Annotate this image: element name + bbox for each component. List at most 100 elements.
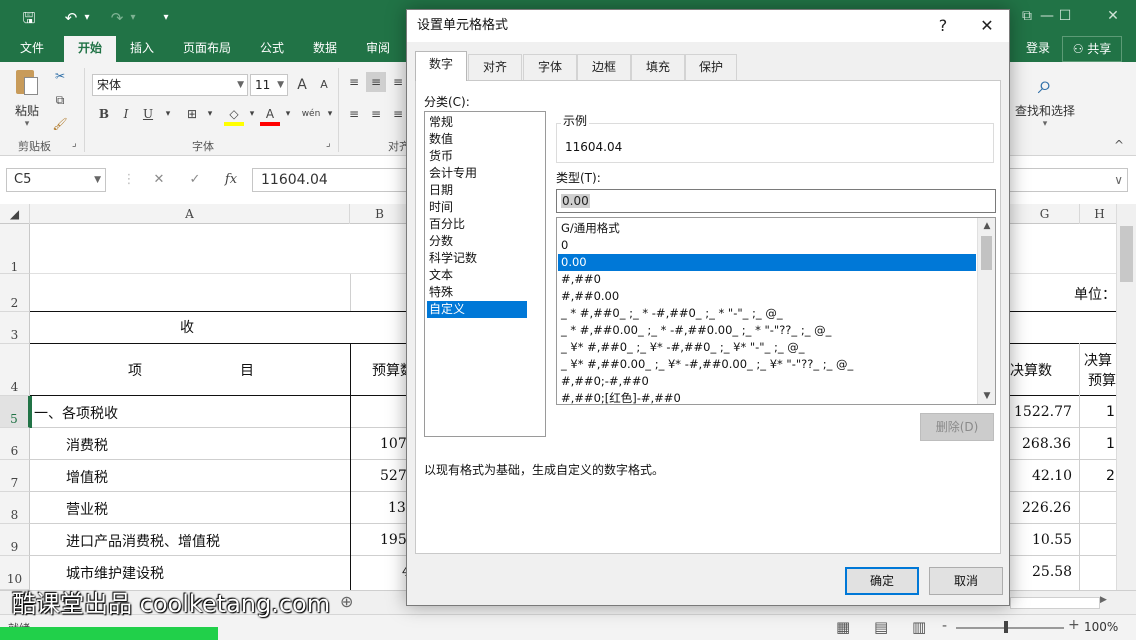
insert-function-icon[interactable]: fx	[220, 170, 242, 190]
cell-g9[interactable]: 10.55	[1032, 532, 1072, 548]
cell-a8[interactable]: 营业税	[66, 499, 108, 519]
tab-insert[interactable]: 插入	[118, 36, 166, 62]
format-item[interactable]: _ * #,##0_ ;_ * -#,##0_ ;_ * "-"_ ;_ @_	[558, 305, 976, 322]
vertical-scrollbar[interactable]	[1116, 204, 1136, 590]
underline-button[interactable]: U	[138, 104, 158, 124]
shrink-font-icon[interactable]: A	[314, 75, 334, 95]
name-box[interactable]: C5 ▼	[6, 168, 106, 192]
cell-h4-line2[interactable]: 预算	[1088, 370, 1116, 390]
cell-g6[interactable]: 268.36	[1022, 436, 1071, 452]
tab-formulas[interactable]: 公式	[250, 36, 294, 62]
cell-a7[interactable]: 增值税	[66, 467, 108, 487]
cell-g5[interactable]: 1522.77	[1014, 404, 1072, 420]
zoom-in-button[interactable]: +	[1068, 617, 1080, 633]
font-size-combo[interactable]: 11 ▼	[250, 74, 288, 96]
row-header-3[interactable]: 3	[0, 312, 30, 344]
cell-a3[interactable]: 收	[180, 317, 194, 337]
tab-page-layout[interactable]: 页面布局	[172, 36, 242, 62]
clipboard-launcher-icon[interactable]: ⌟	[72, 138, 77, 149]
select-all-corner[interactable]: ◢	[0, 204, 30, 224]
align-left-icon[interactable]: ≡	[344, 104, 364, 124]
category-item[interactable]: 百分比	[427, 216, 527, 233]
fill-color-icon[interactable]: ◇	[224, 104, 244, 126]
align-middle-icon[interactable]: ≡	[366, 72, 386, 92]
format-item[interactable]: #,##0;[红色]-#,##0	[558, 390, 976, 404]
category-list[interactable]: 常规 数值 货币 会计专用 日期 时间 百分比 分数 科学记数 文本 特殊 自定…	[424, 111, 546, 437]
tab-review[interactable]: 审阅	[356, 36, 400, 62]
page-break-view-icon[interactable]: ▥	[912, 618, 926, 636]
category-item[interactable]: 特殊	[427, 284, 527, 301]
tab-protection[interactable]: 保护	[685, 54, 737, 80]
align-center-icon[interactable]: ≡	[366, 104, 386, 124]
row-header-4[interactable]: 4	[0, 344, 30, 396]
scroll-right-icon[interactable]: ▶	[1100, 595, 1107, 605]
cancel-entry-icon[interactable]: ✕	[148, 170, 170, 190]
category-item[interactable]: 数值	[427, 131, 527, 148]
cancel-button[interactable]: 取消	[929, 567, 1003, 595]
zoom-slider-thumb[interactable]	[1004, 621, 1008, 633]
zoom-slider-track[interactable]	[956, 627, 1064, 629]
category-item[interactable]: 货币	[427, 148, 527, 165]
format-item[interactable]: #,##0;-#,##0	[558, 373, 976, 390]
cell-g4[interactable]: 决算数	[1010, 360, 1052, 380]
format-item[interactable]: G/通用格式	[558, 220, 976, 237]
enter-icon[interactable]: ✓	[184, 170, 206, 190]
format-item[interactable]: #,##0	[558, 271, 976, 288]
column-header-b[interactable]: B	[350, 204, 410, 224]
scrollbar-thumb[interactable]	[1120, 226, 1133, 282]
zoom-out-button[interactable]: -	[942, 618, 947, 634]
sign-in-link[interactable]: 登录	[1018, 36, 1058, 62]
copy-icon[interactable]: ⧉	[50, 90, 70, 110]
expand-formula-icon[interactable]: ∨	[1114, 169, 1123, 191]
cell-b4[interactable]: 预算数	[372, 360, 408, 380]
borders-icon[interactable]: ⊞	[182, 104, 202, 124]
cell-a6[interactable]: 消费税	[66, 435, 108, 455]
tab-alignment[interactable]: 对齐	[468, 54, 522, 80]
row-header-9[interactable]: 9	[0, 524, 30, 556]
column-header-g[interactable]: G	[1010, 204, 1080, 224]
tab-border[interactable]: 边框	[577, 54, 631, 80]
category-item[interactable]: 日期	[427, 182, 527, 199]
row-header-6[interactable]: 6	[0, 428, 30, 460]
cell-g10[interactable]: 25.58	[1032, 564, 1072, 580]
row-header-1[interactable]: 1	[0, 224, 30, 274]
format-item[interactable]: _ ¥* #,##0.00_ ;_ ¥* -#,##0.00_ ;_ ¥* "-…	[558, 356, 976, 373]
ok-button[interactable]: 确定	[845, 567, 919, 595]
cell-a10[interactable]: 城市维护建设税	[66, 563, 164, 583]
scrollbar-thumb[interactable]	[981, 236, 992, 270]
font-color-icon[interactable]: A	[260, 104, 280, 126]
page-layout-view-icon[interactable]: ▤	[874, 618, 888, 636]
column-header-a[interactable]: A	[30, 204, 350, 224]
tab-number[interactable]: 数字	[415, 51, 467, 81]
redo-dropdown-icon[interactable]: ▾	[126, 6, 140, 30]
italic-button[interactable]: I	[116, 104, 136, 124]
fill-color-dropdown-icon[interactable]: ▾	[242, 104, 262, 124]
align-bottom-icon[interactable]: ≡	[388, 72, 408, 92]
cell-g2[interactable]: 单位：	[1074, 284, 1116, 304]
cut-icon[interactable]: ✂	[50, 66, 70, 86]
borders-dropdown-icon[interactable]: ▾	[200, 104, 220, 124]
cell-h7[interactable]: 2	[1106, 468, 1115, 484]
cell-g8[interactable]: 226.26	[1022, 500, 1071, 516]
cell-a5[interactable]: 一、各项税收	[34, 403, 118, 423]
cell-a4-right[interactable]: 目	[240, 360, 254, 380]
tab-home[interactable]: 开始	[64, 36, 116, 62]
delete-button[interactable]: 删除(D)	[920, 413, 994, 441]
column-header-h[interactable]: H	[1080, 204, 1120, 224]
row-header-2[interactable]: 2	[0, 274, 30, 312]
cell-a4-left[interactable]: 项	[128, 360, 142, 380]
category-item[interactable]: 会计专用	[427, 165, 527, 182]
normal-view-icon[interactable]: ▦	[836, 618, 850, 636]
font-launcher-icon[interactable]: ⌟	[326, 138, 331, 149]
category-item-custom[interactable]: 自定义	[427, 301, 527, 318]
tab-data[interactable]: 数据	[302, 36, 348, 62]
collapse-ribbon-icon[interactable]: ^	[1114, 138, 1124, 152]
format-item[interactable]: #,##0.00	[558, 288, 976, 305]
bold-button[interactable]: B	[94, 104, 114, 124]
format-item-selected[interactable]: 0.00	[558, 254, 976, 271]
font-name-combo[interactable]: 宋体 ▼	[92, 74, 248, 96]
find-select-button[interactable]: ⌕ 查找和选择 ▾	[1012, 68, 1078, 129]
share-button[interactable]: ⚇ 共享	[1062, 36, 1122, 62]
phonetic-dropdown-icon[interactable]: ▾	[320, 104, 340, 124]
cell-h6[interactable]: 1	[1106, 436, 1115, 452]
